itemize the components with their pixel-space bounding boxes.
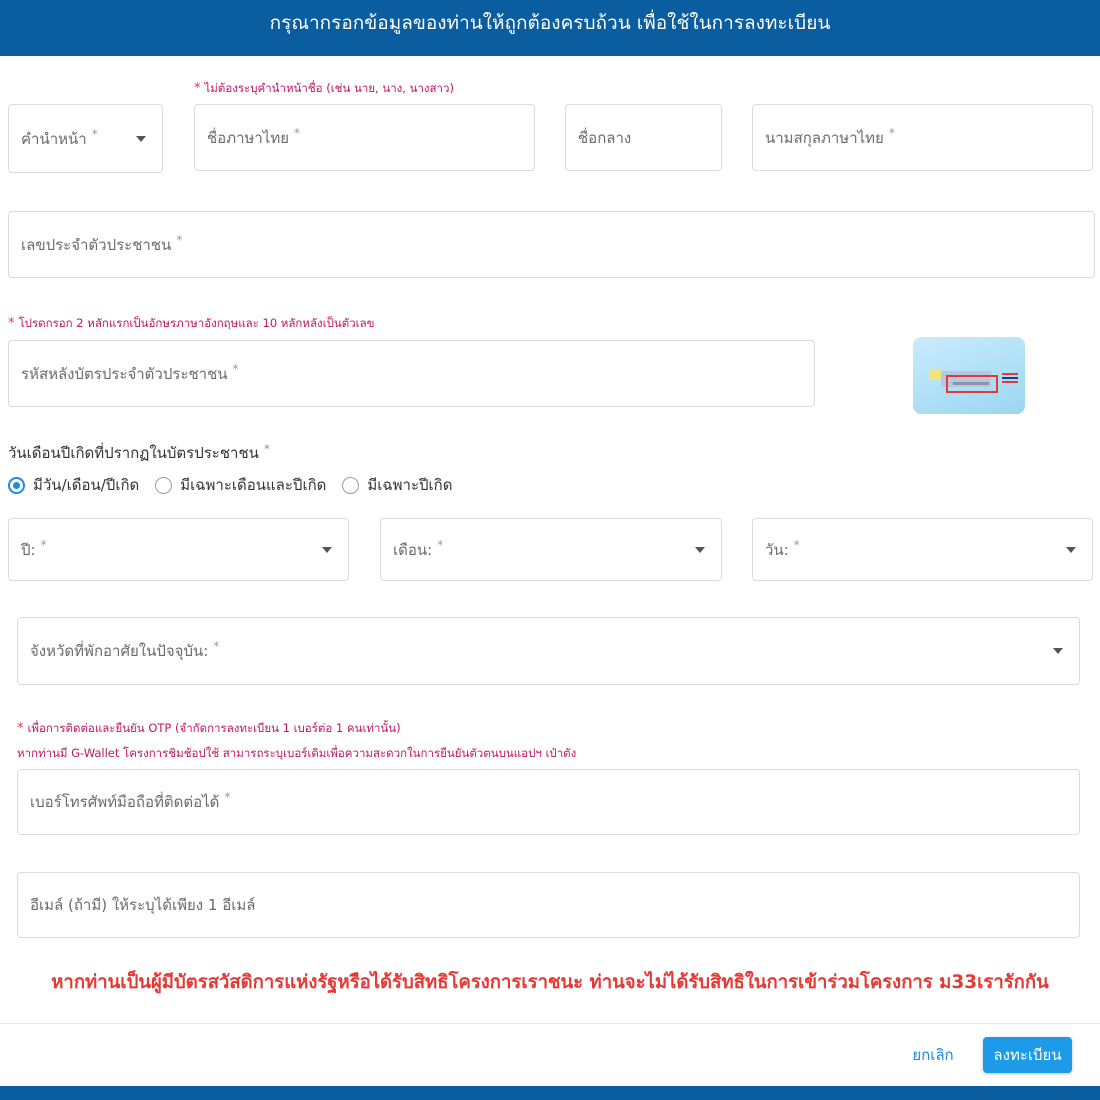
laser-code-field[interactable]: รหัสหลังบัตรประจำตัวประชาชน *	[8, 340, 815, 407]
day-select[interactable]: วัน: *	[752, 518, 1093, 581]
register-button[interactable]: ลงทะเบียน	[983, 1037, 1072, 1073]
prefix-select[interactable]: คำนำหน้า *	[8, 104, 163, 173]
dob-option-month-year[interactable]: มีเฉพาะเดือนและปีเกิด	[155, 473, 326, 497]
citizen-id-field[interactable]: เลขประจำตัวประชาชน *	[8, 211, 1095, 278]
eligibility-warning: หากท่านเป็นผู้มีบัตรสวัสดิการแห่งรัฐหรือ…	[51, 972, 1049, 993]
phone-note: * เพื่อการติดต่อและยืนยัน OTP (จำกัดการลง…	[17, 721, 401, 736]
laser-code-note: * โปรดกรอก 2 หลักแรกเป็นอักษรภาษาอังกฤษแล…	[8, 316, 375, 331]
radio-icon[interactable]	[342, 476, 360, 494]
email-field[interactable]: อีเมล์ (ถ้ามี) ให้ระบุได้เพียง 1 อีเมล์	[17, 872, 1080, 938]
dob-option-year-only[interactable]: มีเฉพาะปีเกิด	[342, 473, 452, 497]
chevron-down-icon	[136, 135, 146, 142]
last-name-field[interactable]: นามสกุลภาษาไทย *	[752, 104, 1093, 171]
form-header: กรุณากรอกข้อมูลของท่านให้ถูกต้องครบถ้วน …	[0, 0, 1100, 56]
id-card-icon	[929, 370, 1018, 393]
province-select[interactable]: จังหวัดที่พักอาศัยในปัจจุบัน: *	[17, 617, 1080, 685]
bottom-bar	[0, 1086, 1100, 1100]
year-select[interactable]: ปี: *	[8, 518, 349, 581]
month-select[interactable]: เดือน: *	[380, 518, 722, 581]
footer-divider	[0, 1023, 1100, 1024]
id-card-back-illustration	[913, 337, 1025, 414]
radio-icon[interactable]	[155, 476, 173, 494]
radio-selected-icon[interactable]	[8, 476, 25, 494]
dob-option-full[interactable]: มีวัน/เดือน/ปีเกิด	[8, 473, 139, 497]
phone-field[interactable]: เบอร์โทรศัพท์มือถือที่ติดต่อได้ *	[17, 769, 1080, 835]
dob-label: วันเดือนปีเกิดที่ปรากฏในบัตรประชาชน *	[8, 442, 270, 462]
chevron-down-icon	[695, 546, 705, 553]
chevron-down-icon	[1066, 546, 1076, 553]
middle-name-field[interactable]: ชื่อกลาง	[565, 104, 722, 171]
page-title: กรุณากรอกข้อมูลของท่านให้ถูกต้องครบถ้วน …	[269, 12, 831, 34]
dob-radio-group: มีวัน/เดือน/ปีเกิด มีเฉพาะเดือนและปีเกิด…	[8, 474, 468, 496]
gwallet-note: หากท่านมี G-Wallet โครงการชิมช้อปใช้ สาม…	[17, 746, 577, 760]
chevron-down-icon	[322, 546, 332, 553]
chevron-down-icon	[1053, 648, 1063, 654]
cancel-button[interactable]: ยกเลิก	[898, 1039, 968, 1071]
name-note: * ไม่ต้องระบุคำนำหน้าชื่อ (เช่น นาย, นาง,…	[194, 81, 454, 96]
first-name-field[interactable]: ชื่อภาษาไทย *	[194, 104, 535, 171]
